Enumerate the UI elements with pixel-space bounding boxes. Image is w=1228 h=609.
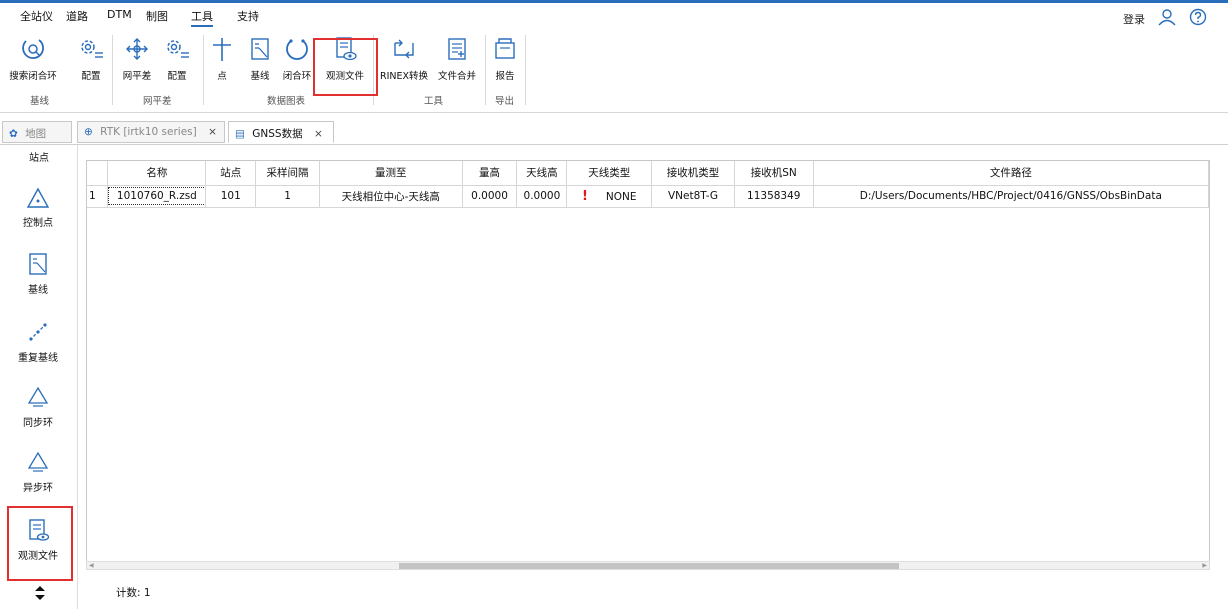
table-header-row: 名称 站点 采样间隔 量测至 量高 天线高 天线类型 接收机类型 接收机SN 文… bbox=[87, 161, 1210, 186]
globe-icon: ⊕ bbox=[84, 126, 93, 138]
tab-rtk[interactable]: ⊕ RTK [irtk10 series] × bbox=[77, 121, 225, 143]
cell-receiver-type[interactable]: VNet8T-G bbox=[651, 185, 735, 208]
group-label-data-chart: 数据图表 bbox=[267, 96, 306, 107]
observation-file-icon bbox=[29, 519, 50, 541]
sidebar-item-repeat-baseline[interactable]: 重复基线 bbox=[0, 320, 76, 376]
column-header-interval[interactable]: 采样间隔 bbox=[255, 161, 320, 186]
triangle-point-icon bbox=[26, 187, 50, 208]
gear-list-icon bbox=[81, 40, 103, 58]
menu-support[interactable]: 支持 bbox=[237, 8, 259, 24]
cell-antenna-height[interactable]: 0.0000 bbox=[516, 185, 568, 208]
menu-total-station[interactable]: 全站仪 bbox=[20, 8, 53, 24]
rinex-convert-button[interactable]: RINEX转换 bbox=[378, 35, 430, 95]
file-merge-button[interactable]: 文件合并 bbox=[434, 35, 480, 95]
sidebar-item-async-loop[interactable]: 异步环 bbox=[0, 450, 76, 506]
loop-icon bbox=[286, 39, 308, 60]
observation-file-button[interactable]: 观测文件 bbox=[318, 35, 372, 95]
group-label-export: 导出 bbox=[495, 96, 515, 107]
convert-icon bbox=[394, 39, 414, 59]
column-header-measure-to[interactable]: 量测至 bbox=[319, 161, 463, 186]
group-label-network: 网平差 bbox=[143, 96, 172, 107]
column-header-antenna-type[interactable]: 天线类型 bbox=[566, 161, 653, 186]
network-adjustment-button[interactable]: 网平差 bbox=[117, 35, 157, 95]
group-separator bbox=[373, 35, 374, 105]
search-closed-loop-button[interactable]: 搜索闭合环 bbox=[6, 35, 60, 95]
group-separator bbox=[112, 35, 113, 105]
group-separator bbox=[525, 35, 526, 105]
sidebar-item-baseline[interactable]: 基线 bbox=[0, 252, 76, 308]
point-button[interactable]: 点 bbox=[210, 35, 234, 95]
close-icon[interactable]: × bbox=[208, 126, 217, 138]
tab-gnss-data[interactable]: ▤ GNSS数据 × bbox=[228, 121, 334, 143]
cell-receiver-sn[interactable]: 11358349 bbox=[734, 185, 814, 208]
cell-file-path[interactable]: D:/Users/Documents/HBC/Project/0416/GNSS… bbox=[813, 185, 1210, 208]
point-cross-icon bbox=[213, 38, 231, 61]
baseline-button[interactable]: 基线 bbox=[244, 35, 276, 95]
cell-interval[interactable]: 1 bbox=[255, 185, 320, 208]
observation-file-icon bbox=[336, 37, 357, 61]
repeat-line-icon bbox=[29, 323, 47, 341]
report-button[interactable]: 报告 bbox=[490, 35, 520, 95]
tab-map[interactable]: ✿ 地图 bbox=[2, 121, 72, 143]
network-config-button[interactable]: 配置 bbox=[160, 35, 194, 95]
menu-drawing[interactable]: 制图 bbox=[146, 8, 168, 24]
column-header-name[interactable]: 名称 bbox=[107, 161, 207, 186]
gear-icon: ✿ bbox=[9, 128, 18, 140]
closed-loop-button[interactable]: 闭合环 bbox=[280, 35, 314, 95]
column-header-file-path[interactable]: 文件路径 bbox=[813, 161, 1210, 186]
baseline-doc-icon bbox=[29, 253, 47, 275]
group-separator bbox=[485, 35, 486, 105]
baseline-doc-icon bbox=[251, 38, 269, 60]
row-number: 1 bbox=[87, 185, 109, 208]
gear-list-icon bbox=[167, 40, 189, 58]
horizontal-scrollbar[interactable]: ◀ ▶ bbox=[86, 561, 1210, 570]
column-header-station[interactable]: 站点 bbox=[205, 161, 257, 186]
gnss-data-grid: 名称 站点 采样间隔 量测至 量高 天线高 天线类型 接收机类型 接收机SN 文… bbox=[86, 160, 1210, 570]
column-header-antenna-height[interactable]: 天线高 bbox=[516, 161, 568, 186]
ribbon-toolbar: 搜索闭合环 配置 网平差 配置 点 基线 闭合环 观测文件 RINEX转换 文件… bbox=[0, 27, 1228, 113]
loop-search-icon bbox=[22, 39, 44, 59]
cell-measure-to[interactable]: 天线相位中心-天线高 bbox=[319, 185, 463, 208]
left-sidebar: 站点 控制点 基线 重复基线 同步环 异步环 观测文件 bbox=[0, 145, 78, 609]
help-icon[interactable] bbox=[1189, 8, 1207, 26]
document-tab-bar: ✿ 地图 ⊕ RTK [irtk10 series] × ▤ GNSS数据 × bbox=[0, 119, 1228, 145]
sidebar-item-station[interactable]: 站点 bbox=[0, 149, 78, 164]
baseline-doc-icon: ▤ bbox=[235, 128, 245, 140]
menu-bar: 全站仪 道路 DTM 制图 工具 支持 登录 bbox=[0, 3, 1228, 27]
login-link[interactable]: 登录 bbox=[1123, 11, 1145, 27]
move-arrows-icon bbox=[126, 38, 148, 60]
menu-road[interactable]: 道路 bbox=[66, 8, 88, 24]
scrollbar-thumb[interactable] bbox=[399, 563, 899, 569]
group-label-baseline: 基线 bbox=[30, 96, 50, 107]
report-icon bbox=[495, 38, 515, 59]
menu-dtm[interactable]: DTM bbox=[107, 8, 132, 21]
group-separator bbox=[203, 35, 204, 105]
sidebar-item-sync-loop[interactable]: 同步环 bbox=[0, 385, 76, 441]
column-header bbox=[87, 161, 109, 186]
menu-tools[interactable]: 工具 bbox=[191, 8, 213, 27]
group-label-tools: 工具 bbox=[424, 96, 444, 107]
warning-icon: ! bbox=[581, 188, 588, 204]
row-count-label: 计数: 1 bbox=[116, 587, 151, 599]
scroll-left-icon[interactable]: ◀ bbox=[89, 562, 94, 569]
baseline-config-button[interactable]: 配置 bbox=[74, 35, 108, 95]
table-row[interactable]: 1 1010760_R.zsd 101 1 天线相位中心-天线高 0.0000 … bbox=[87, 185, 1210, 208]
loop-triangle-icon bbox=[27, 451, 49, 472]
scroll-arrows-icon[interactable] bbox=[30, 583, 50, 603]
scroll-right-icon[interactable]: ▶ bbox=[1202, 562, 1207, 569]
merge-doc-icon bbox=[448, 38, 466, 60]
user-icon[interactable] bbox=[1157, 8, 1177, 26]
column-header-receiver-type[interactable]: 接收机类型 bbox=[651, 161, 735, 186]
cell-antenna-type[interactable]: ! NONE bbox=[566, 185, 653, 208]
column-header-measured-height[interactable]: 量高 bbox=[462, 161, 518, 186]
cell-station[interactable]: 101 bbox=[205, 185, 257, 208]
loop-triangle-icon bbox=[27, 386, 49, 407]
close-icon[interactable]: × bbox=[314, 128, 323, 140]
cell-name[interactable]: 1010760_R.zsd bbox=[107, 185, 207, 208]
cell-measured-height[interactable]: 0.0000 bbox=[462, 185, 518, 208]
sidebar-item-control-point[interactable]: 控制点 bbox=[0, 187, 76, 243]
sidebar-item-observation-file[interactable]: 观测文件 bbox=[0, 518, 76, 574]
column-header-receiver-sn[interactable]: 接收机SN bbox=[734, 161, 814, 186]
